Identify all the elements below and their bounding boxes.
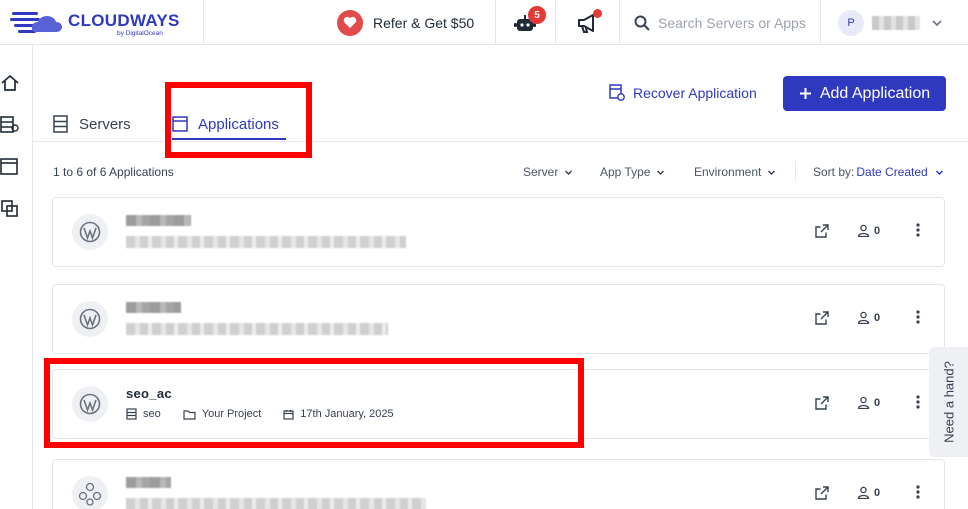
highlight-box (44, 358, 584, 448)
highlight-box (165, 82, 312, 158)
user-name-redacted (872, 16, 920, 30)
topbar-divider (619, 0, 620, 45)
external-link-icon[interactable] (815, 311, 829, 325)
collaborators-value: 0 (874, 224, 881, 237)
collaborators-value: 0 (874, 311, 881, 324)
sort-label: Sort by: (813, 165, 855, 179)
user-icon (857, 311, 870, 324)
home-icon[interactable] (0, 73, 20, 93)
server-filter[interactable]: Server (523, 165, 573, 179)
plus-icon (799, 88, 811, 99)
search-input[interactable] (658, 14, 818, 31)
app-meta-redacted (126, 236, 406, 248)
wordpress-icon (72, 301, 108, 337)
cloudways-logo[interactable]: CLOUDWAYS by DigitalOcean (10, 8, 195, 38)
sort-dropdown[interactable]: Sort by: Date Created (813, 165, 944, 179)
avatar[interactable]: P (838, 10, 864, 36)
refer-button[interactable]: Refer & Get $50 (337, 0, 474, 45)
chevron-down-icon[interactable] (930, 16, 944, 30)
refer-label: Refer & Get $50 (373, 14, 475, 31)
application-card[interactable]: 0 (52, 284, 945, 354)
more-options-icon[interactable] (911, 484, 925, 500)
environment-filter-label: Environment (694, 165, 762, 179)
brand-name: CLOUDWAYS (68, 11, 180, 30)
collaborators-count[interactable]: 0 (857, 396, 880, 409)
announcement-dot (593, 9, 602, 18)
user-icon (857, 486, 870, 499)
chevron-down-icon (768, 169, 776, 175)
more-options-icon[interactable] (911, 394, 925, 410)
servers-icon (53, 115, 68, 133)
application-card[interactable]: 0 (52, 197, 945, 267)
external-link-icon[interactable] (815, 486, 829, 500)
topbar-divider (203, 0, 204, 45)
notification-badge: 5 (528, 6, 546, 24)
external-link-icon[interactable] (815, 396, 829, 410)
top-bar: CLOUDWAYS by DigitalOcean Refer & Get $5… (0, 0, 968, 45)
wordpress-icon (72, 214, 108, 250)
cloudways-logo-icon (10, 12, 62, 33)
app-meta-redacted (126, 323, 388, 335)
topbar-divider (555, 0, 556, 45)
sort-value: Date Created (856, 165, 928, 179)
projects-icon[interactable] (0, 199, 20, 219)
tab-servers-label: Servers (79, 115, 131, 133)
app-name-redacted (126, 477, 171, 488)
app-type-filter[interactable]: App Type (600, 165, 665, 179)
servers-icon[interactable] (0, 115, 20, 135)
heart-icon (337, 9, 363, 36)
collaborators-value: 0 (874, 396, 881, 409)
app-type-filter-label: App Type (600, 165, 651, 179)
collaborators-value: 0 (874, 486, 881, 499)
recover-label: Recover Application (633, 84, 757, 101)
recover-application-button[interactable]: Recover Application (609, 84, 757, 101)
application-card[interactable]: 0 (52, 459, 945, 509)
more-options-icon[interactable] (911, 222, 925, 238)
search-box[interactable] (634, 0, 820, 45)
topbar-divider (820, 0, 821, 45)
add-application-label: Add Application (819, 84, 931, 102)
topbar-divider (495, 0, 496, 45)
server-filter-label: Server (523, 165, 559, 179)
filter-divider (795, 161, 796, 181)
chevron-down-icon (935, 169, 943, 175)
external-link-icon[interactable] (815, 224, 829, 238)
chevron-down-icon (657, 169, 665, 175)
need-a-hand-tab[interactable]: Need a hand? (929, 347, 968, 457)
more-options-icon[interactable] (911, 309, 925, 325)
search-icon (634, 15, 650, 31)
recover-icon (609, 84, 625, 101)
collaborators-count[interactable]: 0 (857, 486, 880, 499)
need-a-hand-label: Need a hand? (941, 361, 956, 443)
multisite-icon (72, 476, 108, 509)
environment-filter[interactable]: Environment (694, 165, 776, 179)
chevron-down-icon (565, 169, 573, 175)
applications-icon[interactable] (0, 157, 20, 177)
app-name-redacted (126, 215, 191, 226)
tab-servers[interactable]: Servers (53, 112, 131, 136)
app-meta-redacted (126, 498, 426, 509)
add-application-button[interactable]: Add Application (783, 76, 946, 111)
left-sidebar (0, 45, 33, 509)
collaborators-count[interactable]: 0 (857, 224, 880, 237)
collaborators-count[interactable]: 0 (857, 311, 880, 324)
results-count: 1 to 6 of 6 Applications (53, 165, 174, 179)
user-icon (857, 224, 870, 237)
app-name-redacted (126, 302, 181, 313)
brand-sub: by DigitalOcean (117, 30, 163, 37)
user-icon (857, 396, 870, 409)
